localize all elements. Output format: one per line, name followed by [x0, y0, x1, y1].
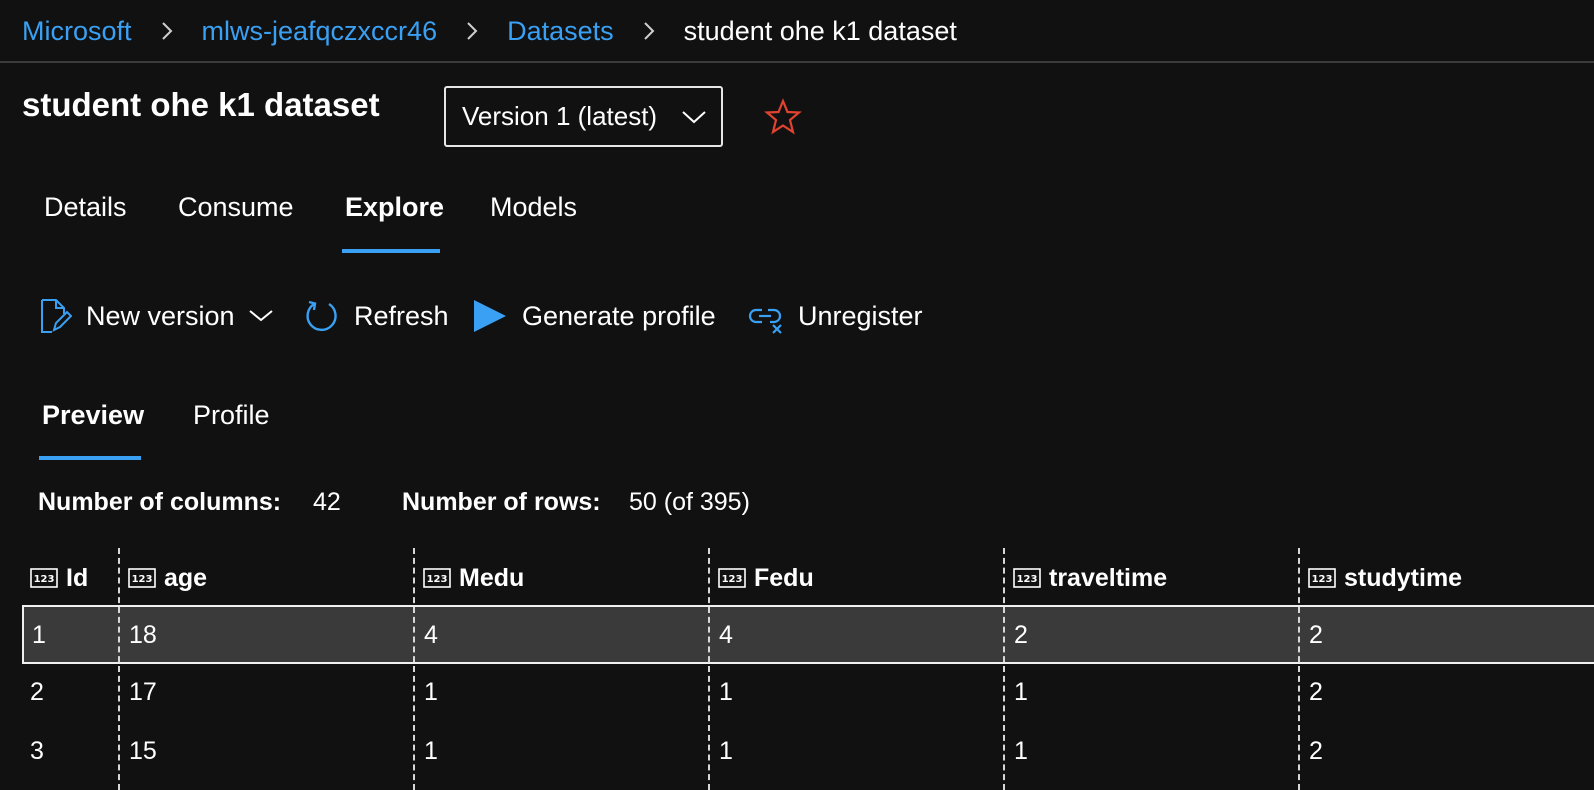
table-cell: 4 — [719, 621, 733, 649]
breadcrumb-link-workspace[interactable]: mlws-jeafqczxccr46 — [202, 16, 438, 47]
table-cell: 4 — [424, 621, 438, 649]
edit-document-icon — [41, 299, 72, 333]
numeric-123-icon: 123 — [128, 568, 156, 588]
breadcrumb-current: student ohe k1 dataset — [683, 15, 957, 46]
table-cell: 2 — [1309, 737, 1323, 765]
refresh-label: Refresh — [354, 300, 449, 331]
svg-text:123: 123 — [1017, 574, 1038, 585]
generate-profile-label: Generate profile — [522, 300, 716, 331]
generate-profile-button[interactable]: Generate profile — [472, 292, 716, 340]
numeric-123-icon: 123 — [718, 568, 746, 588]
column-header-studytime[interactable]: 123 studytime — [1308, 558, 1462, 598]
table-cell: 1 — [32, 621, 46, 649]
column-resize-handle[interactable] — [708, 548, 710, 790]
version-dropdown-value: Version 1 (latest) — [462, 101, 658, 131]
refresh-icon — [306, 300, 337, 332]
column-resize-handle[interactable] — [118, 548, 120, 790]
chevron-down-icon — [248, 310, 273, 322]
column-header-traveltime[interactable]: 123 traveltime — [1013, 558, 1167, 598]
chevron-right-icon — [132, 20, 202, 42]
column-header-label: Fedu — [754, 563, 814, 592]
table-cell: 18 — [129, 621, 157, 649]
tab-profile[interactable]: Profile — [193, 400, 270, 431]
table-cell: 17 — [129, 678, 157, 706]
unlink-icon — [748, 308, 782, 334]
column-header-label: traveltime — [1049, 563, 1168, 592]
column-header-label: age — [164, 563, 208, 592]
chevron-down-icon — [682, 111, 706, 124]
unregister-label: Unregister — [798, 300, 923, 331]
table-cell: 1 — [424, 737, 438, 765]
tab-models[interactable]: Models — [490, 192, 577, 223]
svg-text:123: 123 — [34, 574, 55, 585]
new-version-button[interactable]: New version — [38, 292, 289, 340]
page-title: student ohe k1 dataset — [22, 86, 380, 123]
numeric-123-icon: 123 — [1013, 568, 1041, 588]
svg-text:123: 123 — [1312, 574, 1333, 585]
table-cell: 2 — [30, 678, 44, 706]
version-dropdown[interactable]: Version 1 (latest) — [444, 86, 723, 147]
breadcrumb-link-microsoft[interactable]: Microsoft — [22, 16, 132, 47]
unregister-button[interactable]: Unregister — [748, 292, 923, 340]
breadcrumb: Microsoft mlws-jeafqczxccr46 Datasets st… — [22, 0, 1594, 62]
svg-text:123: 123 — [722, 574, 743, 585]
new-version-label: New version — [86, 300, 235, 331]
play-icon — [474, 300, 506, 332]
table-cell: 2 — [1309, 621, 1323, 649]
column-header-label: Id — [66, 563, 89, 592]
table-cell: 2 — [1014, 621, 1028, 649]
chevron-right-icon — [437, 20, 507, 42]
columns-count-value: 42 — [313, 488, 341, 516]
numeric-123-icon: 123 — [1308, 568, 1336, 588]
column-resize-handle[interactable] — [413, 548, 415, 790]
rows-count-label: Number of rows: — [402, 488, 601, 516]
table-cell: 2 — [1309, 678, 1323, 706]
star-outline-icon[interactable] — [764, 98, 802, 136]
column-header-label: studytime — [1344, 563, 1463, 592]
table-cell: 1 — [1014, 678, 1028, 706]
column-resize-handle[interactable] — [1298, 548, 1300, 790]
column-resize-handle[interactable] — [1003, 548, 1005, 790]
column-header-id[interactable]: 123 Id — [30, 558, 88, 598]
svg-text:123: 123 — [132, 574, 153, 585]
rows-count-value: 50 (of 395) — [629, 488, 750, 516]
table-row-selected-highlight[interactable] — [22, 605, 1594, 664]
table-cell: 1 — [1014, 737, 1028, 765]
table-cell: 1 — [719, 737, 733, 765]
tab-details[interactable]: Details — [44, 192, 127, 223]
refresh-button[interactable]: Refresh — [304, 292, 449, 340]
table-cell: 1 — [719, 678, 733, 706]
breadcrumb-link-datasets[interactable]: Datasets — [507, 16, 614, 47]
table-cell: 3 — [30, 737, 44, 765]
header-divider — [0, 61, 1594, 63]
tab-explore[interactable]: Explore — [345, 192, 444, 223]
tab-preview[interactable]: Preview — [42, 400, 144, 431]
table-cell: 15 — [129, 737, 157, 765]
column-header-fedu[interactable]: 123 Fedu — [718, 558, 814, 598]
active-subtab-indicator — [39, 456, 141, 460]
table-cell: 1 — [424, 678, 438, 706]
numeric-123-icon: 123 — [30, 568, 58, 588]
tab-consume[interactable]: Consume — [178, 192, 294, 223]
column-header-medu[interactable]: 123 Medu — [423, 558, 524, 598]
numeric-123-icon: 123 — [423, 568, 451, 588]
column-header-label: Medu — [459, 563, 525, 592]
column-header-age[interactable]: 123 age — [128, 558, 207, 598]
svg-text:123: 123 — [427, 574, 448, 585]
active-tab-indicator — [342, 249, 440, 253]
columns-count-label: Number of columns: — [38, 488, 282, 516]
chevron-right-icon — [614, 20, 684, 42]
